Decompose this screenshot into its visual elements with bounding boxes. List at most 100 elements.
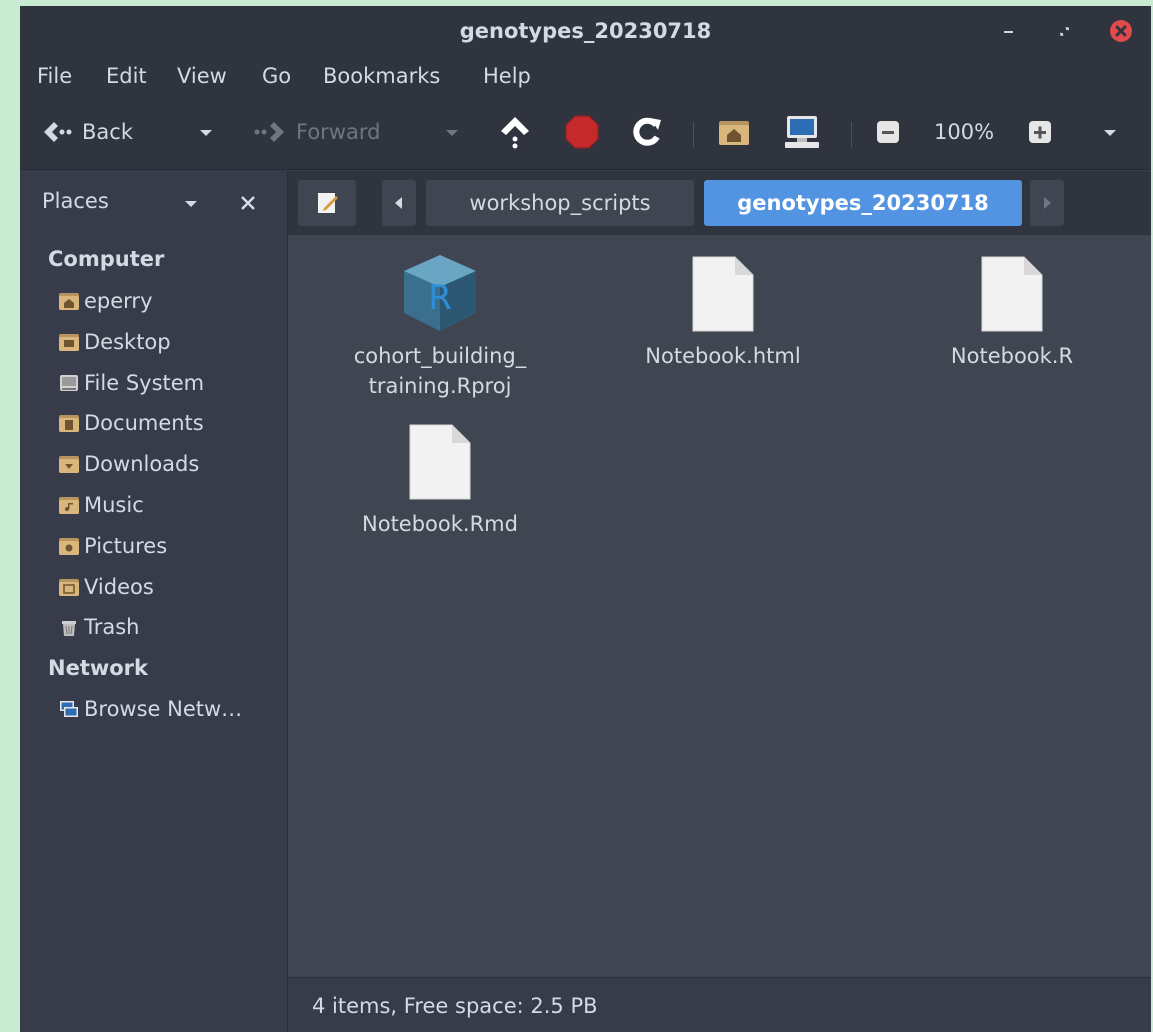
menu-help[interactable]: Help bbox=[483, 64, 531, 88]
sidebar-item-label: Music bbox=[84, 493, 144, 517]
file-name: Notebook.R bbox=[950, 344, 1074, 368]
location-bar: workshop_scripts genotypes_20230718 bbox=[288, 171, 1151, 235]
file-manager-window: genotypes_20230718 File Edit View Go Boo… bbox=[20, 6, 1151, 1032]
stop-button[interactable] bbox=[564, 112, 600, 152]
sidebar-item-label: eperry bbox=[84, 289, 153, 313]
home-folder-icon bbox=[59, 293, 79, 310]
menu-edit[interactable]: Edit bbox=[106, 64, 147, 88]
sidebar-item-label: Documents bbox=[84, 411, 204, 435]
file-item-notebook-rmd[interactable]: Notebook.Rmd bbox=[320, 421, 560, 539]
chevron-down-icon bbox=[1104, 130, 1116, 136]
up-button[interactable] bbox=[498, 112, 532, 152]
sidebar-item-downloads[interactable]: Downloads bbox=[58, 448, 199, 480]
back-label: Back bbox=[82, 120, 133, 144]
videos-folder-icon bbox=[59, 579, 79, 596]
title-bar[interactable]: genotypes_20230718 bbox=[20, 6, 1151, 56]
chevron-down-icon[interactable] bbox=[180, 192, 202, 214]
chevron-down-icon bbox=[200, 130, 212, 136]
zoom-in-button[interactable] bbox=[1027, 112, 1053, 152]
zoom-out-button[interactable] bbox=[875, 112, 901, 152]
sidebar-item-label: Videos bbox=[84, 575, 154, 599]
computer-button[interactable] bbox=[783, 112, 821, 152]
crumb-workshop-scripts[interactable]: workshop_scripts bbox=[426, 180, 694, 226]
home-button[interactable] bbox=[717, 112, 751, 152]
rproj-file-icon: R bbox=[404, 255, 476, 331]
sidebar-item-label: Pictures bbox=[84, 534, 168, 558]
sidebar-item-music[interactable]: Music bbox=[58, 489, 144, 521]
close-button[interactable] bbox=[1108, 18, 1134, 44]
sidebar-section-network: Network bbox=[48, 656, 149, 680]
sidebar-section-computer: Computer bbox=[48, 247, 165, 271]
file-item-rproj[interactable]: R cohort_building_ training.Rproj bbox=[320, 251, 560, 401]
forward-label: Forward bbox=[296, 120, 381, 144]
toggle-location-entry-button[interactable] bbox=[298, 180, 356, 226]
sidebar-item-label: Desktop bbox=[84, 330, 171, 354]
chevron-down-icon bbox=[446, 130, 458, 136]
sidebar-item-trash[interactable]: Trash bbox=[58, 611, 140, 643]
sidebar-item-videos[interactable]: Videos bbox=[58, 571, 154, 603]
close-sidebar-icon[interactable] bbox=[238, 193, 258, 213]
sidebar-header: Places bbox=[20, 171, 288, 233]
sidebar-item-file-system[interactable]: File System bbox=[58, 367, 204, 399]
places-selector-label[interactable]: Places bbox=[42, 189, 109, 213]
menu-go[interactable]: Go bbox=[262, 64, 291, 88]
sidebar: Places Computer eperry Desktop File Syst… bbox=[20, 171, 288, 1032]
sidebar-item-label: File System bbox=[84, 371, 205, 395]
file-name: Notebook.Rmd bbox=[362, 512, 518, 536]
menu-bookmarks[interactable]: Bookmarks bbox=[323, 64, 440, 88]
sidebar-item-documents[interactable]: Documents bbox=[58, 407, 204, 439]
downloads-folder-icon bbox=[59, 456, 79, 473]
reload-icon bbox=[633, 117, 661, 146]
toolbar-overflow-dropdown[interactable] bbox=[1100, 112, 1120, 152]
zoom-level: 100% bbox=[934, 112, 994, 152]
svg-text:R: R bbox=[428, 278, 452, 318]
toolbar-separator bbox=[693, 122, 694, 148]
forward-button[interactable]: Forward bbox=[252, 112, 380, 152]
crumb-scroll-right-button[interactable] bbox=[1030, 180, 1064, 226]
toolbar: Back Forward 100% bbox=[20, 98, 1151, 170]
generic-file-icon bbox=[692, 256, 754, 332]
close-icon bbox=[1110, 20, 1132, 42]
edit-location-icon bbox=[318, 193, 338, 213]
generic-file-icon bbox=[409, 424, 471, 500]
file-item-notebook-html[interactable]: Notebook.html bbox=[603, 253, 843, 371]
sidebar-item-pictures[interactable]: Pictures bbox=[58, 530, 167, 562]
file-view[interactable]: R cohort_building_ training.Rproj Notebo… bbox=[288, 235, 1151, 977]
back-button[interactable]: Back bbox=[40, 112, 133, 152]
file-item-notebook-r[interactable]: Notebook.R bbox=[892, 253, 1132, 371]
drive-icon bbox=[60, 375, 78, 391]
file-name: Notebook.html bbox=[645, 344, 801, 368]
menu-file[interactable]: File bbox=[37, 64, 72, 88]
zoom-out-icon bbox=[877, 121, 899, 143]
status-text: 4 items, Free space: 2.5 PB bbox=[312, 994, 598, 1018]
maximize-icon bbox=[1060, 27, 1069, 36]
reload-button[interactable] bbox=[630, 112, 664, 152]
computer-icon bbox=[785, 116, 819, 148]
toolbar-separator bbox=[851, 122, 852, 148]
forward-history-dropdown[interactable] bbox=[442, 112, 462, 152]
status-bar: 4 items, Free space: 2.5 PB bbox=[288, 977, 1151, 1032]
forward-arrow-icon bbox=[254, 122, 284, 142]
zoom-in-icon bbox=[1029, 121, 1051, 143]
music-folder-icon bbox=[59, 497, 79, 514]
window-title: genotypes_20230718 bbox=[459, 19, 712, 43]
zoom-level-value: 100% bbox=[934, 120, 995, 144]
sidebar-item-desktop[interactable]: Desktop bbox=[58, 326, 171, 358]
sidebar-item-label: Downloads bbox=[84, 452, 200, 476]
stop-icon bbox=[565, 115, 599, 149]
minimize-button[interactable] bbox=[995, 18, 1021, 44]
documents-folder-icon bbox=[59, 415, 79, 432]
crumb-scroll-left-button[interactable] bbox=[382, 180, 416, 226]
crumb-genotypes-active[interactable]: genotypes_20230718 bbox=[704, 180, 1022, 226]
file-name-line1: cohort_building_ bbox=[353, 344, 527, 368]
maximize-button[interactable] bbox=[1051, 18, 1077, 44]
pictures-folder-icon bbox=[59, 538, 79, 555]
sidebar-item-browse-network[interactable]: Browse Netw… bbox=[58, 693, 242, 725]
sidebar-item-label: Trash bbox=[84, 615, 140, 639]
sidebar-item-eperry[interactable]: eperry bbox=[58, 285, 153, 317]
back-history-dropdown[interactable] bbox=[196, 112, 216, 152]
network-icon bbox=[60, 701, 78, 717]
chevron-right-icon bbox=[1044, 197, 1051, 209]
menu-view[interactable]: View bbox=[177, 64, 227, 88]
up-arrow-icon bbox=[501, 117, 529, 149]
